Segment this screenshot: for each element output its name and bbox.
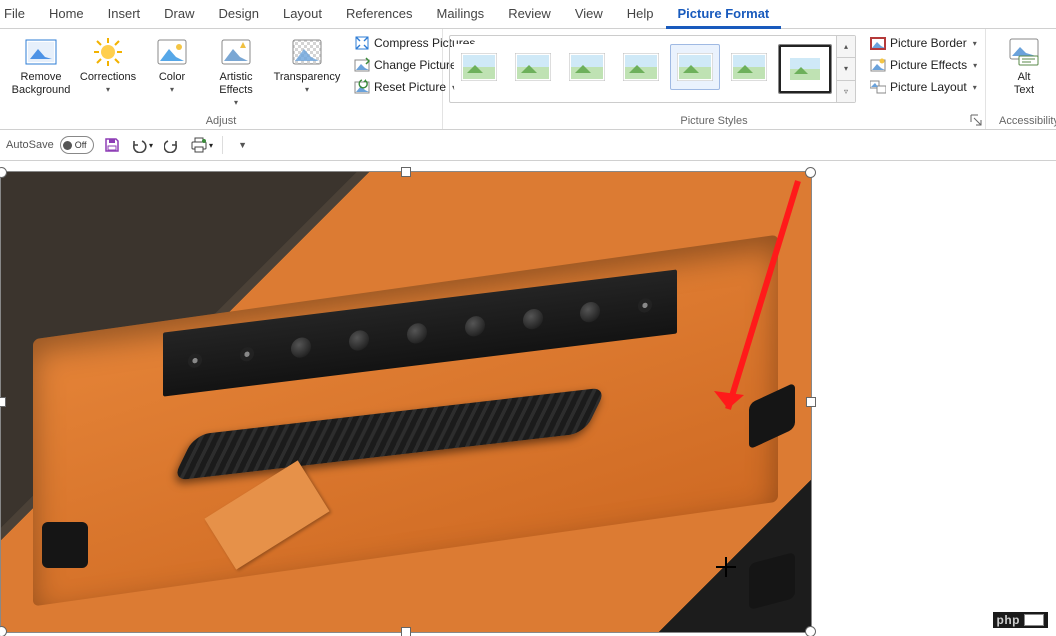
remove-background-button[interactable]: Remove Background	[6, 33, 76, 99]
color-button[interactable]: Color ▾	[140, 33, 204, 96]
dropdown-caret-icon: ▾	[234, 98, 238, 107]
tab-references[interactable]: References	[334, 0, 424, 28]
dropdown-caret-icon: ▾	[973, 61, 977, 70]
watermark: php	[993, 612, 1049, 628]
tab-picture-format[interactable]: Picture Format	[666, 0, 782, 29]
transparency-icon	[290, 35, 324, 69]
group-label-accessibility: Accessibility	[986, 115, 1056, 127]
picture-border-icon	[870, 35, 886, 51]
ribbon-tabs: File Home Insert Draw Design Layout Refe…	[0, 0, 1056, 29]
picture-effects-icon	[870, 57, 886, 73]
remove-background-icon	[24, 35, 58, 69]
group-adjust: Remove Background Corrections ▾ Color ▾ …	[0, 29, 443, 129]
transparency-button[interactable]: Transparency ▾	[268, 33, 346, 96]
color-icon	[155, 35, 189, 69]
picture-border-button[interactable]: Picture Border ▾	[866, 33, 981, 53]
group-label-picture-styles: Picture Styles	[443, 115, 985, 127]
ribbon: Remove Background Corrections ▾ Color ▾ …	[0, 29, 1056, 130]
document-area[interactable]	[0, 161, 1056, 636]
print-icon	[190, 137, 208, 153]
picture-styles-side-buttons: Picture Border ▾ Picture Effects ▾ Pictu…	[862, 33, 985, 97]
resize-handle[interactable]	[0, 626, 7, 636]
dropdown-caret-icon: ▾	[305, 85, 309, 94]
dropdown-caret-icon: ▾	[149, 141, 153, 150]
resize-handle[interactable]	[0, 397, 6, 407]
picture-content	[1, 172, 811, 632]
picture-layout-button[interactable]: Picture Layout ▾	[866, 77, 981, 97]
undo-icon	[130, 137, 148, 153]
corrections-button[interactable]: Corrections ▾	[76, 33, 140, 96]
picture-style-thumb[interactable]	[562, 44, 612, 90]
gallery-expand[interactable]: ▿	[837, 81, 855, 102]
dialog-launcher-icon[interactable]	[970, 114, 982, 126]
picture-style-thumb[interactable]	[454, 44, 504, 90]
autosave-toggle[interactable]: Off	[60, 136, 94, 154]
save-button[interactable]	[100, 133, 124, 157]
tab-design[interactable]: Design	[207, 0, 271, 28]
separator	[222, 136, 223, 154]
redo-button[interactable]	[160, 133, 184, 157]
dropdown-caret-icon: ▾	[973, 83, 977, 92]
selected-picture[interactable]	[0, 171, 812, 633]
picture-effects-button[interactable]: Picture Effects ▾	[866, 55, 981, 75]
tab-help[interactable]: Help	[615, 0, 666, 28]
group-picture-styles: ▴ ▾ ▿ Picture Border ▾ Picture Effects ▾…	[443, 29, 986, 129]
tab-draw[interactable]: Draw	[152, 0, 206, 28]
change-picture-icon	[354, 57, 370, 73]
alt-text-icon	[1007, 35, 1041, 69]
redo-icon	[164, 137, 180, 153]
tab-view[interactable]: View	[563, 0, 615, 28]
picture-style-thumb[interactable]	[670, 44, 720, 90]
picture-styles-gallery: ▴ ▾ ▿	[449, 35, 856, 103]
tab-file[interactable]: File	[0, 0, 37, 28]
picture-style-thumb[interactable]	[724, 44, 774, 90]
resize-handle[interactable]	[401, 627, 411, 636]
qat-customize-button[interactable]: ▼	[231, 133, 255, 157]
tab-layout[interactable]: Layout	[271, 0, 334, 28]
quick-access-toolbar: AutoSave Off ▾ ▾ ▼	[0, 130, 1056, 161]
picture-style-thumb[interactable]	[508, 44, 558, 90]
group-label-adjust: Adjust	[0, 115, 442, 127]
dropdown-caret-icon: ▾	[106, 85, 110, 94]
gallery-scroll-down[interactable]: ▾	[837, 58, 855, 80]
toggle-knob-icon	[63, 141, 72, 150]
dropdown-caret-icon: ▾	[973, 39, 977, 48]
chevron-down-icon: ▼	[238, 140, 247, 150]
artistic-effects-icon	[219, 35, 253, 69]
alt-text-button[interactable]: Alt Text	[992, 33, 1056, 99]
save-icon	[104, 137, 120, 153]
tab-mailings[interactable]: Mailings	[425, 0, 497, 28]
tab-home[interactable]: Home	[37, 0, 96, 28]
picture-layout-icon	[870, 79, 886, 95]
autosave-label: AutoSave	[6, 139, 54, 151]
group-accessibility: Alt Text Accessibility	[986, 29, 1056, 129]
picture-style-thumb[interactable]	[616, 44, 666, 90]
compress-icon	[354, 35, 370, 51]
tab-insert[interactable]: Insert	[96, 0, 153, 28]
resize-handle[interactable]	[805, 626, 816, 636]
gallery-scroll-up[interactable]: ▴	[837, 36, 855, 58]
resize-handle[interactable]	[401, 167, 411, 177]
dropdown-caret-icon: ▾	[170, 85, 174, 94]
dropdown-caret-icon: ▾	[209, 141, 213, 150]
resize-handle[interactable]	[805, 167, 816, 178]
resize-handle[interactable]	[806, 397, 816, 407]
artistic-effects-button[interactable]: Artistic Effects ▾	[204, 33, 268, 109]
corrections-icon	[91, 35, 125, 69]
quick-print-button[interactable]: ▾	[190, 133, 214, 157]
tab-review[interactable]: Review	[496, 0, 563, 28]
reset-picture-icon	[354, 79, 370, 95]
picture-style-thumb-selected[interactable]	[778, 44, 832, 94]
undo-button[interactable]: ▾	[130, 133, 154, 157]
